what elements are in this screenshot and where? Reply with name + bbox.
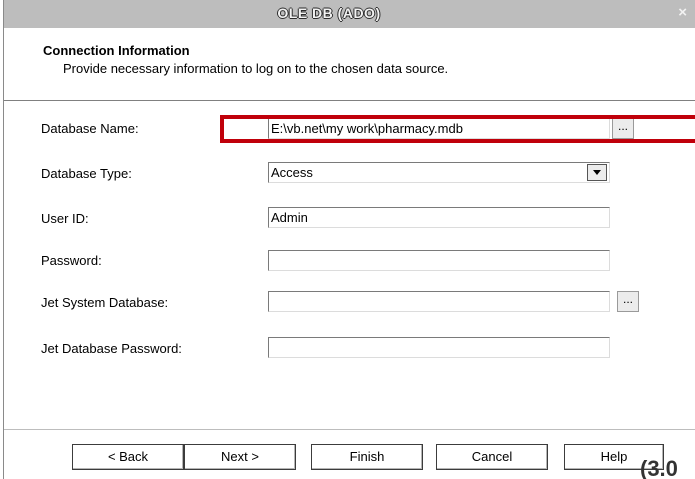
title-bar: OLE DB (ADO) ×: [4, 0, 695, 28]
footer-divider: [4, 429, 695, 430]
finish-button[interactable]: Finish: [311, 444, 423, 470]
jet-database-password-label: Jet Database Password:: [41, 341, 182, 356]
password-label: Password:: [41, 253, 102, 268]
close-icon[interactable]: ×: [678, 4, 687, 21]
red-highlight-annotation: [220, 115, 695, 143]
user-id-input[interactable]: Admin: [268, 207, 610, 228]
next-button[interactable]: Next >: [184, 444, 296, 470]
jet-system-database-input[interactable]: [268, 291, 610, 312]
database-type-dropdown-button[interactable]: [587, 164, 607, 181]
cropped-corner-text: (3.0: [640, 459, 678, 479]
window-title: OLE DB (ADO): [277, 5, 381, 21]
database-type-value: Access: [271, 165, 313, 180]
jet-database-password-input[interactable]: [268, 337, 610, 358]
back-button[interactable]: < Back: [72, 444, 184, 470]
password-input[interactable]: [268, 250, 610, 271]
header-title: Connection Information: [43, 43, 190, 58]
header-subtitle: Provide necessary information to log on …: [63, 61, 449, 76]
database-type-select[interactable]: Access: [268, 162, 610, 183]
jet-system-database-browse-button[interactable]: ...: [617, 291, 639, 312]
chevron-down-icon: [593, 170, 601, 175]
jet-system-database-label: Jet System Database:: [41, 295, 169, 310]
database-name-label: Database Name:: [41, 121, 139, 136]
cancel-button[interactable]: Cancel: [436, 444, 548, 470]
user-id-label: User ID:: [41, 211, 89, 226]
database-type-label: Database Type:: [41, 166, 132, 181]
